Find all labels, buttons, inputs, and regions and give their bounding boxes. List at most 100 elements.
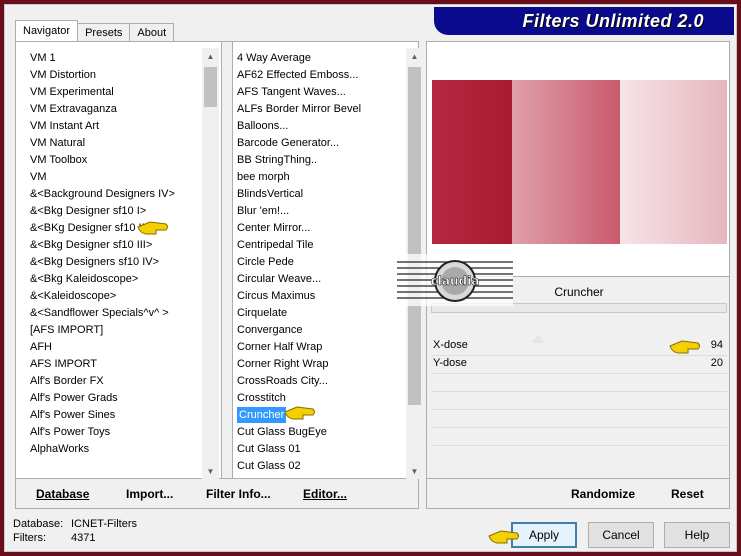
pointing-hand-icon [488, 530, 519, 544]
dialog: Filters Unlimited 2.0 Navigator Presets … [4, 4, 737, 552]
preview-swatch-mid [512, 80, 620, 244]
filter-item[interactable]: CrossRoads City... [236, 373, 411, 390]
category-item[interactable]: VM Distortion [28, 67, 208, 84]
filter-item[interactable]: Cut Glass BugEye [236, 424, 411, 441]
category-list[interactable]: VM 1 VM Distortion VM Experimental VM Extra… [28, 50, 208, 478]
category-item[interactable]: &<Sandflower Specials^v^ > [28, 305, 208, 322]
filter-info-button[interactable]: Filter Info... [206, 487, 271, 501]
param-label: X-dose [433, 339, 468, 351]
filter-item[interactable]: Cirquelate [236, 305, 411, 322]
category-item[interactable]: VM Toolbox [28, 152, 208, 169]
separator [431, 391, 727, 392]
category-item[interactable]: Alf's Power Sines [28, 407, 208, 424]
filter-item[interactable]: AFS Tangent Waves... [236, 84, 411, 101]
filter-item[interactable]: bee morph [236, 169, 411, 186]
filter-item[interactable]: Cruncher [236, 407, 411, 424]
category-item[interactable]: AFS IMPORT [28, 356, 208, 373]
filter-item[interactable]: Barcode Generator... [236, 135, 411, 152]
separator [431, 445, 727, 446]
category-item[interactable]: VM Natural [28, 135, 208, 152]
tab-bar: Navigator Presets About [15, 20, 175, 42]
scroll-up-icon[interactable]: ▲ [202, 48, 219, 65]
right-button-bar: Randomize Reset [426, 479, 730, 509]
tab-presets[interactable]: Presets [77, 23, 131, 42]
scroll-up-icon[interactable]: ▲ [406, 48, 423, 65]
category-item[interactable]: &<Background Designers IV> [28, 186, 208, 203]
category-item[interactable]: [AFS IMPORT] [28, 322, 208, 339]
database-value: ICNET-Filters [71, 518, 137, 530]
filter-item[interactable]: Cut Glass 01 [236, 441, 411, 458]
selected-filter[interactable]: Cruncher [237, 407, 287, 423]
filter-list[interactable]: 4 Way Average AF62 Effected Emboss... AFS … [236, 50, 411, 478]
category-item[interactable]: Alf's Border FX [28, 373, 208, 390]
help-button[interactable]: Help [664, 522, 730, 548]
category-item[interactable]: Alf's Power Grads [28, 390, 208, 407]
category-item[interactable]: AFH [28, 339, 208, 356]
filter-item[interactable]: Circle Pede [236, 254, 411, 271]
tab-navigator[interactable]: Navigator [15, 20, 79, 42]
param-label: Y-dose [433, 357, 467, 369]
reset-button[interactable]: Reset [671, 487, 704, 501]
preview-swatch-dark [432, 80, 512, 244]
parameters-panel: Cruncher X-dose 94 Y-dose 20 [426, 277, 730, 479]
category-item[interactable]: &<Kaleidoscope> [28, 288, 208, 305]
filter-item[interactable]: ALFs Border Mirror Bevel [236, 101, 411, 118]
category-item[interactable]: Alf's Power Toys [28, 424, 208, 441]
database-button[interactable]: Database [36, 487, 89, 501]
filter-item[interactable]: AF62 Effected Emboss... [236, 67, 411, 84]
param-value[interactable]: 20 [711, 357, 723, 369]
pointing-hand-icon [137, 221, 168, 235]
cancel-button[interactable]: Cancel [588, 522, 654, 548]
randomize-button[interactable]: Randomize [571, 487, 635, 501]
pointing-hand-icon [669, 340, 700, 354]
category-item[interactable]: &<Bkg Designer sf10 I> [28, 203, 208, 220]
filter-item[interactable]: Blur 'em!... [236, 203, 411, 220]
scroll-down-icon[interactable]: ▼ [406, 463, 423, 480]
category-item[interactable]: VM Extravaganza [28, 101, 208, 118]
preview-swatch-light [620, 80, 727, 244]
category-item[interactable]: &<BKg Designer sf10 II> [28, 220, 208, 237]
filters-count: 4371 [71, 532, 96, 544]
category-item[interactable]: &<Bkg Kaleidoscope> [28, 271, 208, 288]
filter-item[interactable]: Convergance [236, 322, 411, 339]
filter-item[interactable]: BB StringThing.. [236, 152, 411, 169]
filter-item[interactable]: Center Mirror... [236, 220, 411, 237]
category-item[interactable]: VM Instant Art [28, 118, 208, 135]
filter-item[interactable]: Corner Half Wrap [236, 339, 411, 356]
category-item[interactable]: VM 1 [28, 50, 208, 67]
title-banner: Filters Unlimited 2.0 [434, 7, 734, 35]
import-button[interactable]: Import... [126, 487, 173, 501]
category-item[interactable]: VM [28, 169, 208, 186]
pointing-hand-icon [284, 406, 315, 420]
param-row-y-dose[interactable]: Y-dose 20 [431, 355, 727, 373]
filter-item[interactable]: Cut Glass 02 [236, 458, 411, 475]
window-title: Filters Unlimited 2.0 [522, 11, 704, 31]
editor-button[interactable]: Editor... [303, 487, 347, 501]
filter-item[interactable]: Circular Weave... [236, 271, 411, 288]
navigator-panel: VM 1 VM Distortion VM Experimental VM Extra… [15, 41, 423, 480]
filter-item[interactable]: Centripedal Tile [236, 237, 411, 254]
param-value[interactable]: 94 [711, 339, 723, 351]
scroll-thumb[interactable] [204, 67, 217, 107]
claudia-watermark: claudia [397, 254, 513, 306]
filter-item[interactable]: Corner Right Wrap [236, 356, 411, 373]
filter-item[interactable]: Circus Maximus [236, 288, 411, 305]
svg-text:claudia: claudia [431, 274, 480, 288]
filter-item[interactable]: Balloons... [236, 118, 411, 135]
category-item[interactable]: VM Experimental [28, 84, 208, 101]
filter-item[interactable]: 4 Way Average [236, 50, 411, 67]
scroll-down-icon[interactable]: ▼ [202, 463, 219, 480]
filter-item[interactable]: BlindsVertical [236, 186, 411, 203]
status-area: Database: ICNET-Filters Filters: 4371 [13, 517, 137, 545]
database-label: Database: [13, 518, 64, 530]
category-item[interactable]: AlphaWorks [28, 441, 208, 458]
category-item[interactable]: &<Bkg Designers sf10 IV> [28, 254, 208, 271]
category-item[interactable]: &<Bkg Designer sf10 III> [28, 237, 208, 254]
list-divider [221, 42, 233, 478]
category-scrollbar[interactable]: ▲ ▼ [202, 48, 219, 480]
filter-item[interactable]: Crosstitch [236, 390, 411, 407]
scroll-thumb[interactable] [408, 67, 421, 405]
separator [431, 427, 727, 428]
tab-about[interactable]: About [129, 23, 175, 42]
filters-label: Filters: [13, 532, 46, 544]
